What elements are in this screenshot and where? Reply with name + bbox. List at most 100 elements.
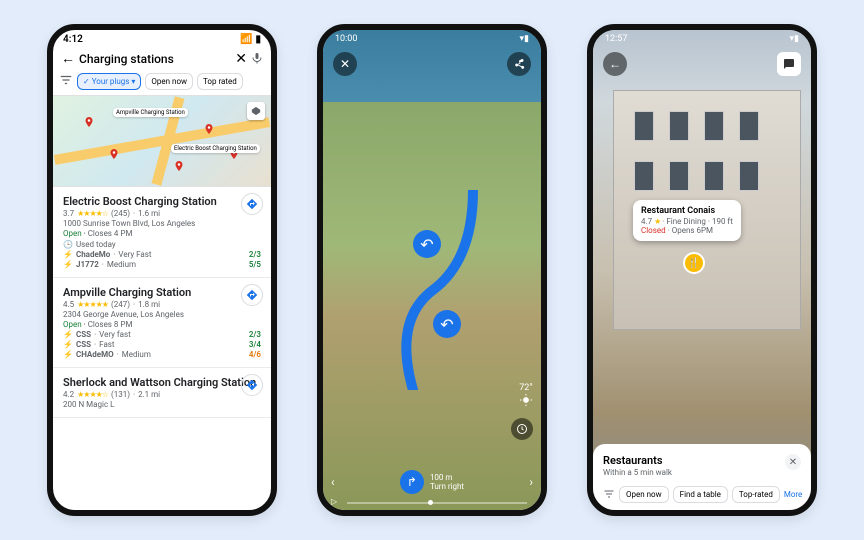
instruction-distance: 100 m xyxy=(430,473,464,482)
result-hours: Open · Closes 4 PM xyxy=(63,229,261,238)
plug-row: ⚡CHAdeMO·Medium 4/6 xyxy=(63,350,261,359)
map-view[interactable]: Ampville Charging Station Electric Boost… xyxy=(53,95,271,187)
result-title: Sherlock and Wattson Charging Station xyxy=(63,376,261,389)
phone-2-immersive-view: 10:00 ▾▮ ✕ ↶ ↶ 72° ‹ ↱ 100 m Turn right xyxy=(317,24,547,516)
result-address: 2304 George Avenue, Los Angeles xyxy=(63,310,261,319)
check-icon: ✓ xyxy=(83,77,90,86)
result-address: 200 N Magic L xyxy=(63,400,261,409)
status-time: 12:57 xyxy=(605,34,627,44)
nav-instruction-bar: ‹ ↱ 100 m Turn right › xyxy=(323,470,541,494)
back-button[interactable]: ← xyxy=(603,52,627,76)
filter-icon[interactable] xyxy=(59,72,73,91)
result-item[interactable]: Electric Boost Charging Station 3.7 ★★★★… xyxy=(53,187,271,278)
plug-avail: 2/3 xyxy=(249,250,261,259)
top-rated-chip[interactable]: Top-rated xyxy=(732,486,780,503)
status-bar: 12:57 ▾▮ xyxy=(593,34,811,44)
route-path xyxy=(383,190,503,390)
rating-value: 4.5 xyxy=(63,300,74,309)
plug-row: ⚡J1772·Medium 5/5 xyxy=(63,260,261,269)
results-list[interactable]: Electric Boost Charging Station 3.7 ★★★★… xyxy=(53,187,271,510)
plug-icon: ⚡ xyxy=(63,260,73,269)
feedback-button[interactable] xyxy=(777,52,801,76)
plug-type: CSS xyxy=(76,340,91,349)
plug-avail: 2/3 xyxy=(249,330,261,339)
bottom-sheet[interactable]: ✕ Restaurants Within a 5 min walk Open n… xyxy=(593,444,811,510)
filter-icon[interactable] xyxy=(603,485,615,504)
result-rating-row: 3.7 ★★★★☆ (245) · 1.6 mi xyxy=(63,209,261,218)
time-scrubber-button[interactable] xyxy=(511,418,533,440)
your-plugs-chip[interactable]: ✓ Your plugs ▾ xyxy=(77,73,141,90)
clock-icon: 🕒 xyxy=(63,240,73,249)
map-pin[interactable] xyxy=(83,114,95,130)
plug-icon: ⚡ xyxy=(63,350,73,359)
route-arrow-icon: ↶ xyxy=(413,230,441,258)
next-step-button[interactable]: › xyxy=(529,475,533,489)
poi-rating: 4.7 xyxy=(641,217,652,226)
used-row: 🕒 Used today xyxy=(63,240,261,249)
star-icon: ★ xyxy=(654,217,660,226)
stars-icon: ★★★★★ xyxy=(77,300,108,309)
find-table-chip[interactable]: Find a table xyxy=(673,486,728,503)
top-rated-chip[interactable]: Top rated xyxy=(197,73,243,90)
result-item[interactable]: Ampville Charging Station 4.5 ★★★★★ (247… xyxy=(53,278,271,368)
search-query[interactable]: Charging stations xyxy=(79,52,231,66)
voice-search-icon[interactable] xyxy=(251,49,263,68)
directions-button[interactable] xyxy=(241,193,263,215)
turn-right-icon: ↱ xyxy=(400,470,424,494)
plug-avail: 4/6 xyxy=(249,350,261,359)
share-button[interactable] xyxy=(507,52,531,76)
sheet-title: Restaurants xyxy=(603,454,801,467)
plug-icon: ⚡ xyxy=(63,340,73,349)
poi-name: Restaurant Conais xyxy=(641,206,733,216)
closes-at: Closes 4 PM xyxy=(88,229,133,238)
plug-speed: Very Fast xyxy=(118,250,151,259)
layers-button[interactable] xyxy=(247,102,265,120)
result-rating-row: 4.5 ★★★★★ (247) · 1.8 mi xyxy=(63,300,261,309)
plug-type: J1772 xyxy=(76,260,99,269)
map-pin[interactable] xyxy=(203,121,215,137)
review-count: (245) xyxy=(111,209,130,218)
result-title: Electric Boost Charging Station xyxy=(63,195,261,208)
distance: 1.8 mi xyxy=(138,300,160,309)
progress-bar[interactable] xyxy=(347,502,527,504)
search-bar[interactable]: ← Charging stations ✕ xyxy=(53,45,271,72)
poi-meta-row: 4.7 ★ · Fine Dining · 190 ft xyxy=(641,217,733,226)
map-label-electric[interactable]: Electric Boost Charging Station xyxy=(171,144,260,153)
prev-step-button[interactable]: ‹ xyxy=(331,475,335,489)
result-hours: Open · Closes 8 PM xyxy=(63,320,261,329)
open-state: Open xyxy=(63,320,82,329)
map-pin[interactable] xyxy=(173,158,185,174)
clear-search-icon[interactable]: ✕ xyxy=(235,51,247,67)
poi-marker[interactable]: 🍴 xyxy=(683,252,705,274)
immersive-map-view[interactable]: 10:00 ▾▮ ✕ ↶ ↶ 72° ‹ ↱ 100 m Turn right xyxy=(323,30,541,510)
close-button[interactable]: ✕ xyxy=(333,52,357,76)
phone-3-lens-view: 12:57 ▾▮ ← Restaurant Conais 4.7 ★ · Fin… xyxy=(587,24,817,516)
turn-instruction[interactable]: ↱ 100 m Turn right xyxy=(400,470,464,494)
plug-icon: ⚡ xyxy=(63,250,73,259)
chevron-down-icon: ▾ xyxy=(131,77,135,86)
plug-row: ⚡CSS·Fast 3/4 xyxy=(63,340,261,349)
play-button[interactable]: ▷ xyxy=(331,497,337,506)
result-item[interactable]: Sherlock and Wattson Charging Station 4.… xyxy=(53,368,271,418)
open-now-chip[interactable]: Open now xyxy=(145,73,193,90)
close-sheet-button[interactable]: ✕ xyxy=(785,454,801,470)
back-arrow-icon[interactable]: ← xyxy=(61,50,75,67)
temperature-badge[interactable]: 72° xyxy=(519,383,533,410)
more-chip[interactable]: More xyxy=(784,490,802,499)
plug-avail: 5/5 xyxy=(249,260,261,269)
directions-button[interactable] xyxy=(241,374,263,396)
poi-card[interactable]: Restaurant Conais 4.7 ★ · Fine Dining · … xyxy=(633,200,741,241)
map-label-ampville[interactable]: Ampville Charging Station xyxy=(113,108,188,117)
plug-icon: ⚡ xyxy=(63,330,73,339)
open-now-chip[interactable]: Open now xyxy=(619,486,669,503)
status-icons: ▾▮ xyxy=(520,34,529,44)
plug-avail: 3/4 xyxy=(249,340,261,349)
wifi-icon: ▮ xyxy=(255,34,261,45)
review-count: (247) xyxy=(111,300,130,309)
map-pin[interactable] xyxy=(108,146,120,162)
directions-button[interactable] xyxy=(241,284,263,306)
rating-value: 4.2 xyxy=(63,390,74,399)
street-view[interactable]: 12:57 ▾▮ ← Restaurant Conais 4.7 ★ · Fin… xyxy=(593,30,811,510)
your-plugs-label: Your plugs xyxy=(92,77,130,86)
poi-hours-row: Closed · Opens 6PM xyxy=(641,226,733,235)
